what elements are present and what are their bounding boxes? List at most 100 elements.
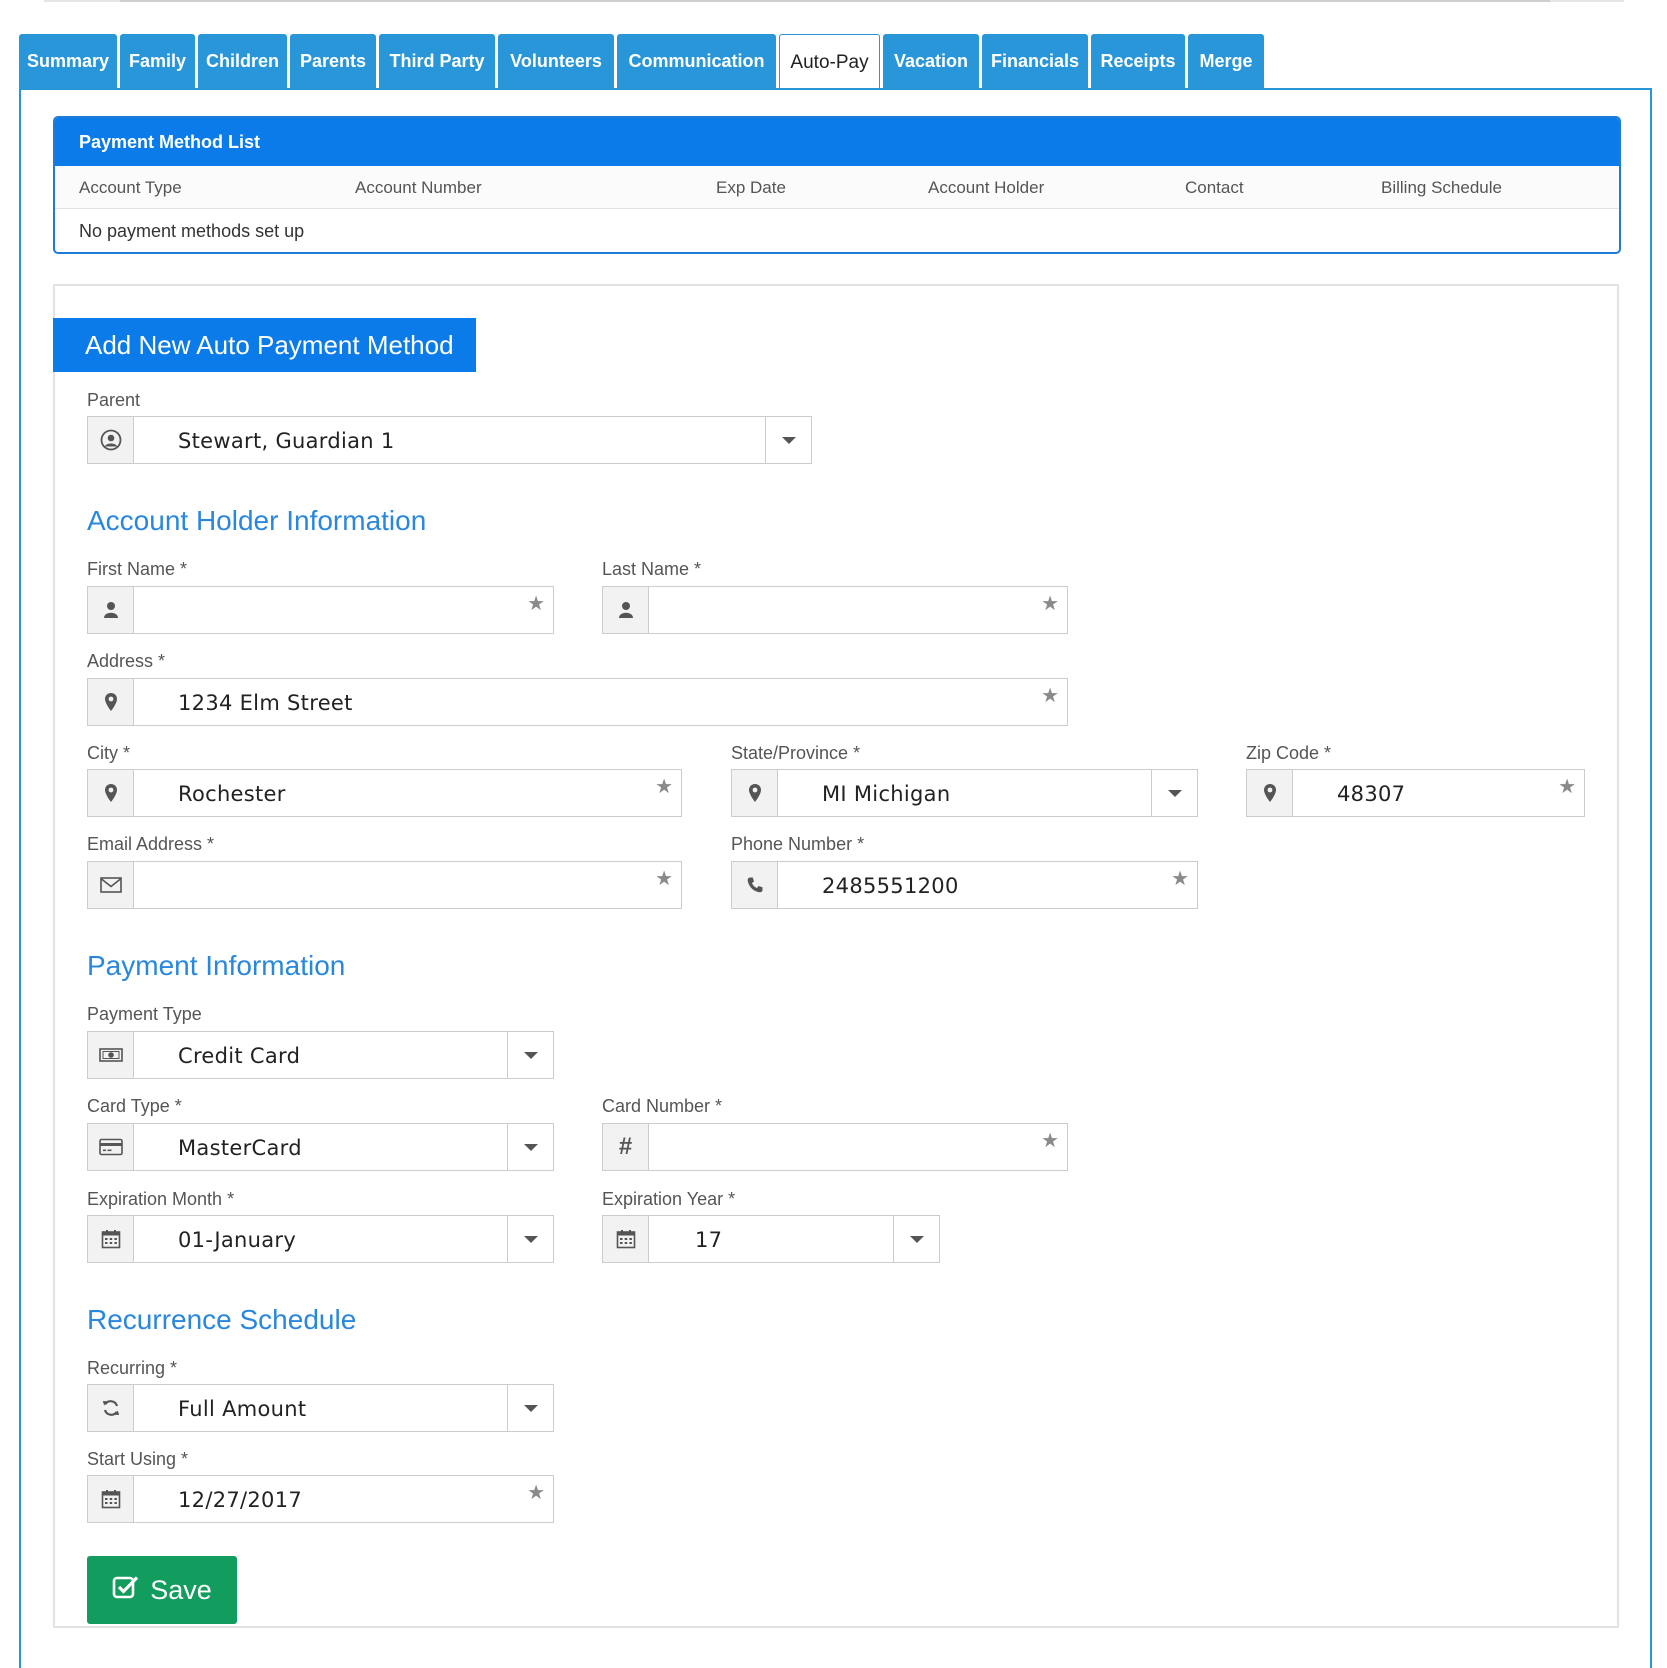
card-number-field[interactable]: # ★ xyxy=(602,1123,1068,1171)
card-type-select[interactable]: MasterCard xyxy=(87,1123,554,1171)
card-number-label: Card Number * xyxy=(602,1096,723,1116)
map-marker-icon xyxy=(88,679,134,725)
payment-type-select[interactable]: Credit Card xyxy=(87,1031,554,1079)
payment-method-list-header: Account Type Account Number Exp Date Acc… xyxy=(55,166,1619,209)
refresh-icon xyxy=(88,1385,134,1431)
tab-volunteers[interactable]: Volunteers xyxy=(498,34,614,89)
exp-month-select[interactable]: 01-January xyxy=(87,1215,554,1263)
required-star-icon: ★ xyxy=(527,1482,545,1504)
chevron-down-icon[interactable] xyxy=(765,417,811,463)
phone-label: Phone Number * xyxy=(731,834,865,854)
tab-family[interactable]: Family xyxy=(120,34,195,89)
recurrence-section-title: Recurrence Schedule xyxy=(87,1304,357,1335)
zip-field[interactable]: 48307 ★ xyxy=(1246,769,1585,817)
tab-label: Auto-Pay xyxy=(790,51,869,73)
required-star-icon: ★ xyxy=(655,868,673,890)
address-field[interactable]: 1234 Elm Street ★ xyxy=(87,678,1068,726)
tab-label: Third Party xyxy=(389,51,485,71)
exp-year-label: Expiration Year * xyxy=(602,1189,736,1209)
required-star-icon: ★ xyxy=(1558,776,1576,798)
payment-method-list: Payment Method List Account Type Account… xyxy=(53,116,1621,254)
top-scroll-edge xyxy=(120,0,1550,2)
tab-children[interactable]: Children xyxy=(198,34,287,89)
phone-value: 2485551200 xyxy=(822,874,959,898)
account-holder-section-title: Account Holder Information xyxy=(87,505,427,536)
phone-field[interactable]: 2485551200 ★ xyxy=(731,861,1198,909)
card-type-label: Card Type * xyxy=(87,1096,182,1116)
form-title: Add New Auto Payment Method xyxy=(53,318,476,372)
city-value: Rochester xyxy=(178,782,286,806)
chevron-down-icon[interactable] xyxy=(507,1124,553,1170)
column-exp-date[interactable]: Exp Date xyxy=(716,178,786,198)
exp-year-select[interactable]: 17 xyxy=(602,1215,940,1263)
recurring-label: Recurring * xyxy=(87,1358,178,1378)
state-select[interactable]: MI Michigan xyxy=(731,769,1198,817)
empty-message: No payment methods set up xyxy=(79,221,305,241)
payment-method-list-title: Payment Method List xyxy=(55,118,1619,166)
zip-value: 48307 xyxy=(1337,782,1406,806)
tab-financials[interactable]: Financials xyxy=(982,34,1088,89)
tab-receipts[interactable]: Receipts xyxy=(1091,34,1185,89)
chevron-down-icon[interactable] xyxy=(507,1385,553,1431)
first-name-field[interactable]: ★ xyxy=(87,586,554,634)
tab-merge[interactable]: Merge xyxy=(1188,34,1264,89)
email-label: Email Address * xyxy=(87,834,215,854)
chevron-down-icon[interactable] xyxy=(1151,770,1197,816)
tab-summary[interactable]: Summary xyxy=(19,34,117,89)
city-field[interactable]: Rochester ★ xyxy=(87,769,682,817)
money-icon xyxy=(88,1032,134,1078)
tab-bar: Summary Family Children Parents Third Pa… xyxy=(19,34,1267,90)
tab-vacation[interactable]: Vacation xyxy=(883,34,979,89)
start-using-value: 12/27/2017 xyxy=(178,1488,303,1512)
column-billing-schedule[interactable]: Billing Schedule xyxy=(1381,178,1502,198)
last-name-label: Last Name * xyxy=(602,559,702,579)
chevron-down-icon[interactable] xyxy=(507,1216,553,1262)
parent-select[interactable]: Stewart, Guardian 1 xyxy=(87,416,812,464)
required-star-icon: ★ xyxy=(1041,685,1059,707)
required-star-icon: ★ xyxy=(1041,593,1059,615)
envelope-icon xyxy=(88,862,134,908)
exp-month-label: Expiration Month * xyxy=(87,1189,235,1209)
tab-communication[interactable]: Communication xyxy=(617,34,776,89)
hash-icon: # xyxy=(603,1124,649,1170)
tab-label: Receipts xyxy=(1100,51,1176,71)
tab-label: Communication xyxy=(628,51,765,71)
check-square-icon xyxy=(112,1574,140,1607)
tab-label: Financials xyxy=(990,51,1080,71)
parent-label: Parent xyxy=(87,390,141,410)
save-button-label: Save xyxy=(150,1574,212,1605)
column-account-holder[interactable]: Account Holder xyxy=(928,178,1044,198)
tab-label: Summary xyxy=(26,51,110,71)
tab-third-party[interactable]: Third Party xyxy=(379,34,495,89)
tab-auto-pay[interactable]: Auto-Pay xyxy=(779,34,880,90)
required-star-icon: ★ xyxy=(1041,1130,1059,1152)
tab-label: Children xyxy=(205,51,279,71)
state-value: MI Michigan xyxy=(822,782,951,806)
credit-card-icon xyxy=(88,1124,134,1170)
column-account-number[interactable]: Account Number xyxy=(355,178,482,198)
calendar-icon xyxy=(603,1216,649,1262)
email-field[interactable]: ★ xyxy=(87,861,682,909)
chevron-down-icon[interactable] xyxy=(893,1216,939,1262)
chevron-down-icon[interactable] xyxy=(507,1032,553,1078)
exp-year-value: 17 xyxy=(695,1228,723,1252)
tab-label: Vacation xyxy=(893,51,969,71)
address-value: 1234 Elm Street xyxy=(178,691,353,715)
recurring-select[interactable]: Full Amount xyxy=(87,1384,554,1432)
recurring-value: Full Amount xyxy=(178,1397,307,1421)
required-star-icon: ★ xyxy=(655,776,673,798)
payment-type-label: Payment Type xyxy=(87,1004,202,1024)
tab-parents[interactable]: Parents xyxy=(290,34,376,89)
payment-section-title: Payment Information xyxy=(87,950,346,981)
payment-type-value: Credit Card xyxy=(178,1044,301,1068)
column-account-type[interactable]: Account Type xyxy=(79,178,182,198)
start-using-field[interactable]: 12/27/2017 ★ xyxy=(87,1475,554,1523)
column-contact[interactable]: Contact xyxy=(1185,178,1244,198)
parent-value: Stewart, Guardian 1 xyxy=(178,429,395,453)
last-name-field[interactable]: ★ xyxy=(602,586,1068,634)
tab-label: Family xyxy=(128,51,187,71)
map-marker-icon xyxy=(88,770,134,816)
save-button[interactable]: Save xyxy=(87,1556,237,1624)
required-star-icon: ★ xyxy=(527,593,545,615)
zip-label: Zip Code * xyxy=(1246,743,1332,763)
